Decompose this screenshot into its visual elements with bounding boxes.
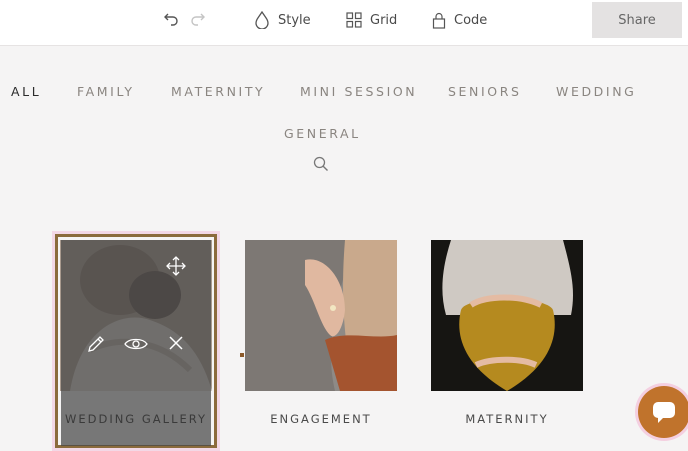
pencil-icon[interactable] (86, 334, 106, 354)
close-icon[interactable] (167, 334, 185, 352)
drop-icon (255, 11, 269, 29)
gallery-title-maternity: MATERNITY (465, 412, 549, 426)
gallery-card-maternity[interactable]: MATERNITY (431, 240, 583, 426)
search-icon[interactable] (313, 156, 329, 177)
code-button[interactable]: Code (432, 0, 487, 40)
filter-seniors[interactable]: SENIORS (448, 84, 522, 99)
filter-maternity[interactable]: MATERNITY (171, 84, 265, 99)
eye-icon[interactable] (124, 334, 148, 354)
grid-button[interactable]: Grid (346, 0, 397, 40)
category-filter-bar: ALL FAMILY MATERNITY MINI SESSION SENIOR… (0, 84, 688, 141)
editor-toolbar: Style Grid Code Share (0, 0, 688, 46)
grid-label: Grid (370, 12, 398, 28)
chat-icon (653, 402, 675, 423)
grid-icon (346, 12, 362, 28)
gallery-title-wedding: WEDDING GALLERY (64, 412, 208, 426)
drop-marker (240, 353, 244, 357)
filter-family[interactable]: FAMILY (77, 84, 135, 99)
style-button[interactable]: Style (254, 0, 311, 40)
gallery-card-engagement[interactable]: ENGAGEMENT (245, 240, 397, 426)
redo-icon[interactable] (189, 10, 207, 28)
filter-wedding[interactable]: WEDDING (556, 84, 636, 99)
undo-icon[interactable] (162, 10, 180, 28)
gallery-thumbnail (431, 240, 583, 391)
chat-button[interactable] (638, 386, 688, 438)
share-button[interactable]: Share (592, 2, 682, 38)
gallery-title-engagement: ENGAGEMENT (270, 412, 372, 426)
move-icon[interactable] (166, 256, 186, 276)
filter-general[interactable]: GENERAL (284, 126, 361, 141)
lock-icon (432, 12, 446, 29)
gallery-thumbnail (245, 240, 397, 391)
style-label: Style (278, 12, 311, 28)
filter-mini-session[interactable]: MINI SESSION (300, 84, 417, 99)
filter-all[interactable]: ALL (11, 84, 41, 99)
code-label: Code (454, 12, 488, 28)
